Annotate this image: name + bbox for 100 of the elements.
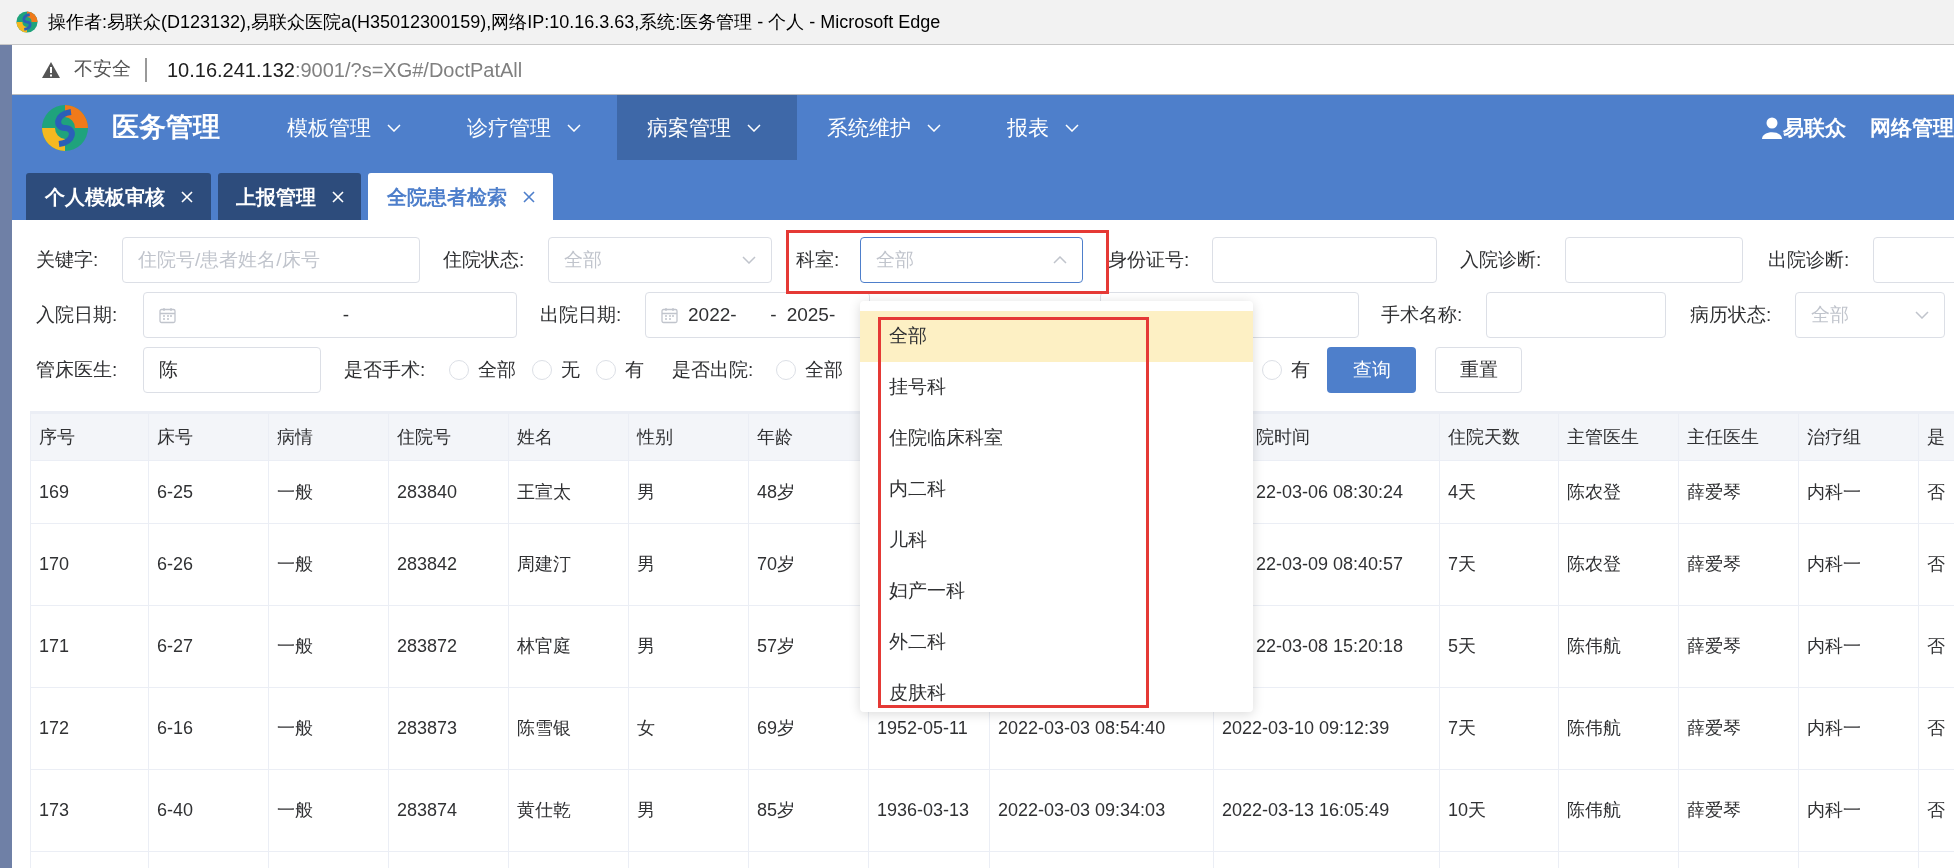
radio-option[interactable]: 有 [1262, 355, 1310, 385]
table-cell-text: 4天 [1448, 480, 1476, 504]
column-header[interactable]: 性别 [637, 423, 673, 451]
table-cell-text: 陈雪银 [517, 717, 571, 740]
table-cell-text: 173 [39, 799, 70, 822]
column-header[interactable]: 院时间 [1256, 423, 1310, 451]
logo-icon [41, 103, 89, 152]
table-cell-text: 男 [637, 635, 655, 658]
table-cell-text: 2022-03-10 09:12:39 [1222, 717, 1390, 740]
date-range-field[interactable]: 2022- - 2025- [645, 292, 870, 338]
table-cell-text: 283874 [397, 799, 458, 822]
field-label: 病历状态: [1690, 302, 1772, 327]
column-header[interactable]: 主任医生 [1687, 423, 1759, 451]
table-cell-text: 陈伟航 [1567, 799, 1621, 822]
column-header[interactable]: 是 [1927, 423, 1945, 451]
radio-option[interactable]: 有 [596, 355, 644, 385]
tab[interactable]: 个人模板审核 [26, 173, 211, 220]
table-cell-text: 7天 [1448, 717, 1476, 740]
column-header[interactable]: 主管医生 [1567, 423, 1639, 451]
table-cell-text: 陈农登 [1567, 480, 1621, 504]
menu-item[interactable]: 病案管理 [617, 95, 797, 160]
column-header[interactable]: 治疗组 [1807, 423, 1861, 451]
table-cell-text: 6-16 [157, 717, 194, 740]
field-label: 是否手术: [344, 357, 426, 382]
table-cell-text: 薛爱琴 [1687, 799, 1741, 822]
table-cell-text: 70岁 [757, 553, 796, 576]
dropdown-option[interactable]: 外二科 [860, 617, 1253, 668]
table-cell-text: 周建汀 [517, 553, 571, 576]
field-label: 手术名称: [1381, 302, 1463, 327]
radio-button[interactable] [532, 360, 552, 380]
date-input[interactable]: 2025- [786, 300, 836, 330]
date-range-field[interactable]: - [143, 292, 517, 338]
table-cell-text: 陈伟航 [1567, 635, 1621, 658]
table-cell-text: 283873 [397, 717, 458, 740]
text-field[interactable]: 陈 [143, 347, 321, 393]
date-input[interactable]: 2022- [688, 300, 737, 330]
logo-icon [16, 11, 38, 33]
menu-item[interactable]: 系统维护 [797, 95, 977, 160]
table-cell-text: 171 [39, 635, 70, 658]
user-menu[interactable]: 网络管理 [1870, 111, 1954, 144]
column-header[interactable]: 住院天数 [1448, 423, 1520, 451]
reset-button[interactable]: 重置 [1435, 347, 1522, 393]
text-field[interactable] [1486, 292, 1666, 338]
dropdown-option[interactable]: 皮肤科 [860, 668, 1253, 712]
table-cell-text: 一般 [277, 717, 313, 740]
menu-item[interactable]: 模板管理 [257, 95, 437, 160]
search-button[interactable]: 查询 [1327, 347, 1416, 393]
table-cell-text: 57岁 [757, 635, 796, 658]
dropdown-option[interactable]: 儿科 [860, 515, 1253, 566]
column-header[interactable]: 住院号 [397, 423, 451, 451]
chevron-down-icon [387, 123, 401, 132]
field-label: 身份证号: [1108, 247, 1190, 272]
field-label: 科室: [796, 247, 840, 272]
table-cell-text: 22-03-08 15:20:18 [1256, 635, 1404, 658]
radio-button[interactable] [776, 360, 796, 380]
table-cell-text: 2022-03-03 09:34:03 [998, 799, 1166, 822]
text-field[interactable] [1565, 237, 1743, 283]
dropdown-option[interactable]: 挂号科 [860, 362, 1253, 413]
radio-button[interactable] [1262, 360, 1282, 380]
table-cell-text: 内科一 [1807, 635, 1861, 658]
table-cell-text: 否 [1927, 799, 1945, 822]
range-separator: - [342, 302, 350, 327]
chevron-down-icon [567, 123, 581, 132]
radio-option[interactable]: 无 [532, 355, 580, 385]
radio-button[interactable] [449, 360, 469, 380]
menu-item[interactable]: 报表 [977, 95, 1157, 160]
text-field[interactable] [1212, 237, 1437, 283]
radio-option[interactable]: 全部 [776, 355, 843, 385]
user-icon [1762, 116, 1782, 139]
table-cell-text: 69岁 [757, 717, 796, 740]
table-cell-text: 男 [637, 480, 655, 504]
column-header[interactable]: 年龄 [757, 423, 793, 451]
column-header[interactable]: 床号 [157, 423, 193, 451]
column-header[interactable]: 姓名 [517, 423, 553, 451]
tab[interactable]: 全院患者检索 [368, 173, 553, 220]
url-text[interactable]: 10.16.241.132:9001/?s=XG#/DoctPatAll [167, 54, 523, 85]
radio-button[interactable] [596, 360, 616, 380]
close-icon[interactable] [522, 190, 535, 203]
column-header[interactable]: 序号 [39, 423, 75, 451]
chevron-down-icon [747, 123, 761, 132]
text-field[interactable]: 住院号/患者姓名/床号 [122, 237, 420, 283]
table-cell-text: 一般 [277, 635, 313, 658]
table-cell-text: 22-03-09 08:40:57 [1256, 553, 1404, 576]
table-cell-text: 陈伟航 [1567, 717, 1621, 740]
table-cell-text: 6-40 [157, 799, 194, 822]
dropdown-option[interactable]: 内二科 [860, 464, 1253, 515]
table-cell-text: 22-03-06 08:30:24 [1256, 480, 1404, 504]
field-label: 住院状态: [443, 247, 525, 272]
table-cell-text: 6-27 [157, 635, 194, 658]
security-label[interactable]: 不安全 [74, 55, 131, 84]
table-cell-text: 内科一 [1807, 717, 1861, 740]
dropdown-option[interactable]: 妇产一科 [860, 566, 1253, 617]
tab[interactable]: 上报管理 [218, 173, 361, 220]
table-cell-text: 6-25 [157, 480, 194, 504]
dropdown-option[interactable]: 全部 [860, 311, 1253, 362]
dropdown-option[interactable]: 住院临床科室 [860, 413, 1253, 464]
column-header[interactable]: 病情 [277, 423, 313, 451]
user-name[interactable]: 易联众 [1783, 111, 1846, 144]
menu-item[interactable]: 诊疗管理 [437, 95, 617, 160]
radio-option[interactable]: 全部 [449, 355, 516, 385]
